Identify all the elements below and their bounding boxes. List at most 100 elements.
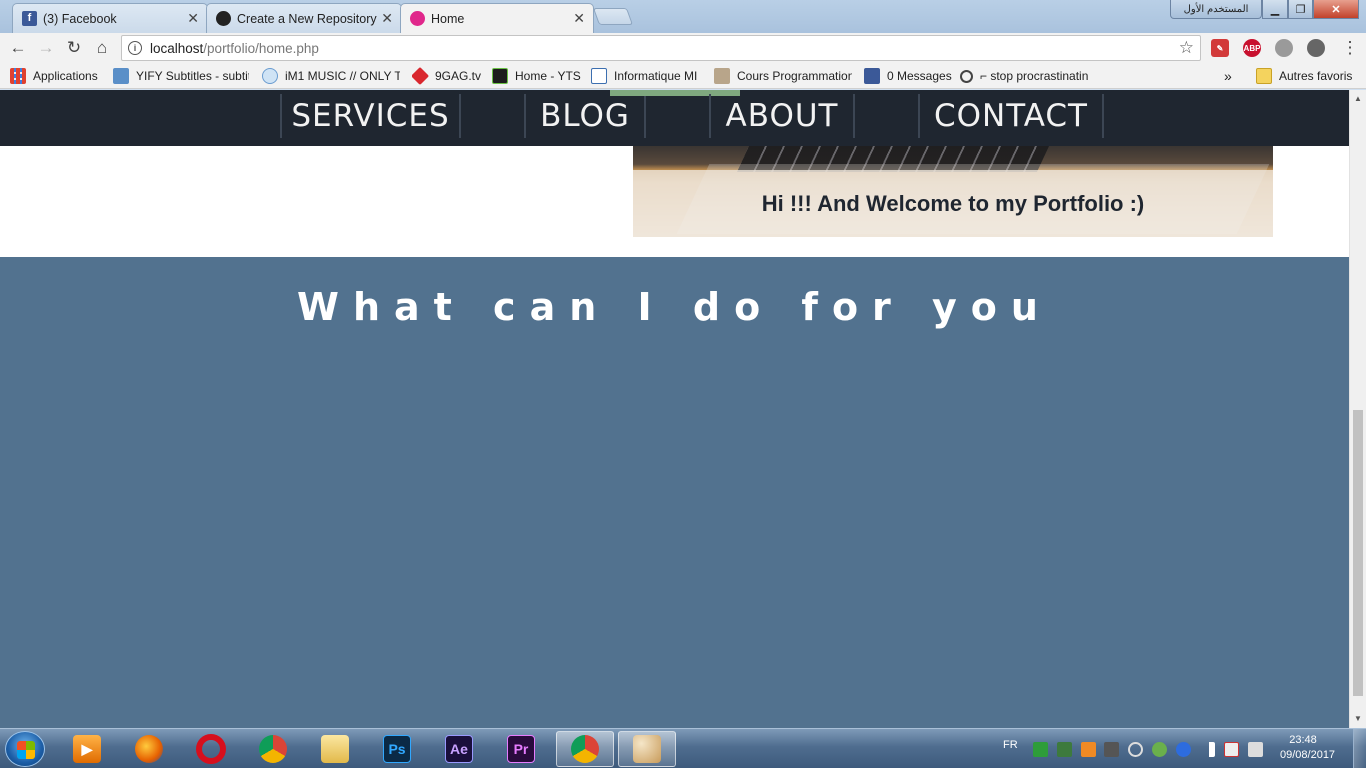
bookmark-cours-programmation[interactable]: Cours Programmation	[714, 67, 852, 85]
bookmark-stop-procrastinating[interactable]: ⌐ stop procrastinatin	[960, 67, 1100, 85]
menu-icon[interactable]: ⋮	[1336, 34, 1364, 62]
paint-icon	[633, 735, 661, 763]
bookmark-label: ⌐ stop procrastinatin	[980, 69, 1089, 83]
printer-tray-icon[interactable]	[1104, 742, 1119, 757]
tab-github[interactable]: Create a New Repository ✕	[206, 3, 402, 33]
nav-link-about[interactable]: ABOUT	[709, 94, 855, 138]
start-button[interactable]	[5, 731, 45, 767]
taskbar-chrome-active[interactable]	[556, 731, 614, 767]
windows-logo-icon	[17, 741, 35, 759]
taskbar-firefox[interactable]	[120, 731, 178, 767]
bookmark-yify-subtitles[interactable]: YIFY Subtitles - subtit	[113, 67, 249, 85]
site-info-icon[interactable]: i	[128, 41, 142, 55]
adblock-extension-icon[interactable]: ABP	[1243, 39, 1261, 57]
bookmark-informatique[interactable]: Informatique MI	[591, 67, 697, 85]
bookmark-label: Autres favoris	[1279, 69, 1353, 83]
page-scrollbar[interactable]: ▲ ▼	[1349, 90, 1366, 728]
firefox-icon	[135, 735, 163, 763]
site-navbar: SERVICES BLOG ABOUT CONTACT	[0, 90, 1349, 146]
opera-icon	[196, 734, 226, 764]
nav-link-services[interactable]: SERVICES	[280, 94, 461, 138]
bookmark-label: YIFY Subtitles - subtit	[136, 69, 249, 83]
bookmark-label: Home - YTS	[515, 69, 581, 83]
section-title: What can I do for you	[297, 285, 1052, 329]
hero-caption: Hi !!! And Welcome to my Portfolio :)	[633, 170, 1273, 237]
pdf-extension-icon[interactable]: ✎	[1211, 39, 1229, 57]
scroll-up-icon[interactable]: ▲	[1350, 92, 1366, 106]
minimize-button[interactable]: ▁	[1262, 0, 1288, 19]
chrome-icon	[571, 735, 599, 763]
scroll-down-icon[interactable]: ▼	[1350, 712, 1366, 726]
bookmark-label: 9GAG.tv	[435, 69, 482, 83]
browser-toolbar: ← → ↻ ⌂ i localhost/portfolio/home.php ☆…	[0, 33, 1366, 63]
site-icon	[410, 11, 425, 26]
bookmarks-overflow-button[interactable]: »	[1224, 67, 1232, 85]
bookmark-messages[interactable]: 0 Messages	[864, 67, 952, 85]
clock-time: 23:48	[1289, 734, 1317, 746]
music-icon	[262, 68, 278, 84]
taskbar-after-effects[interactable]: Ae	[430, 731, 488, 767]
yts-icon	[492, 68, 508, 84]
home-icon[interactable]: ⌂	[88, 34, 116, 62]
bookmark-star-icon[interactable]: ☆	[1179, 38, 1194, 58]
bolt-tray-icon[interactable]	[1176, 742, 1191, 757]
other-bookmarks-folder[interactable]: Autres favoris	[1256, 67, 1352, 85]
facebook-icon: f	[22, 11, 37, 26]
close-tab-icon[interactable]: ✕	[573, 10, 585, 27]
taskbar-chrome[interactable]	[244, 731, 302, 767]
nav-link-blog[interactable]: BLOG	[524, 90, 740, 138]
after-effects-icon: Ae	[445, 735, 473, 763]
github-icon	[216, 11, 231, 26]
language-indicator[interactable]: FR	[1003, 739, 1018, 751]
avast-tray-icon[interactable]	[1081, 742, 1096, 757]
bookmark-label: iM1 MUSIC // ONLY T	[285, 69, 400, 83]
utorrent-tray-icon[interactable]	[1033, 742, 1048, 757]
chrome-icon	[259, 735, 287, 763]
course-icon	[714, 68, 730, 84]
bookmark-label: Informatique MI	[614, 69, 698, 83]
show-desktop-button[interactable]	[1353, 729, 1366, 768]
bookmark-9gag[interactable]: 9GAG.tv	[412, 67, 481, 85]
9gag-icon	[412, 67, 430, 85]
taskbar-premiere[interactable]: Pr	[492, 731, 550, 767]
bookmark-applications[interactable]: Applications	[10, 67, 98, 85]
bookmark-yts[interactable]: Home - YTS	[492, 67, 581, 85]
maximize-button[interactable]: ❐	[1288, 0, 1313, 19]
bookmark-label: Cours Programmation	[737, 69, 852, 83]
tab-facebook[interactable]: f (3) Facebook ✕	[12, 3, 208, 33]
network-error-tray-icon[interactable]	[1224, 742, 1239, 757]
link-tray-icon[interactable]	[1128, 742, 1143, 757]
folder-icon	[1256, 68, 1272, 84]
extension-icon[interactable]	[1275, 39, 1293, 57]
taskbar-paint[interactable]	[618, 731, 676, 767]
facebook-icon	[864, 68, 880, 84]
tab-home[interactable]: Home ✕	[400, 3, 594, 33]
extension-icon[interactable]	[1307, 39, 1325, 57]
nav-link-contact[interactable]: CONTACT	[918, 94, 1104, 138]
utorrent-tray-icon[interactable]	[1152, 742, 1167, 757]
close-tab-icon[interactable]: ✕	[187, 10, 199, 27]
taskbar-explorer[interactable]	[306, 731, 364, 767]
scrollbar-thumb[interactable]	[1353, 410, 1363, 696]
profile-button[interactable]: المستخدم الأول	[1170, 0, 1262, 19]
close-tab-icon[interactable]: ✕	[381, 10, 393, 27]
taskbar-photoshop[interactable]: Ps	[368, 731, 426, 767]
signal-tray-icon[interactable]	[1200, 742, 1215, 757]
forward-icon[interactable]: →	[32, 34, 60, 62]
tab-label: Create a New Repository	[237, 11, 377, 26]
yify-icon	[113, 68, 129, 84]
tab-label: (3) Facebook	[43, 11, 117, 26]
taskbar-clock[interactable]: 23:48 09/08/2017	[1280, 733, 1335, 763]
taskbar-opera[interactable]	[182, 731, 240, 767]
reload-icon[interactable]: ↻	[60, 34, 88, 62]
new-tab-button[interactable]	[592, 8, 634, 25]
network-tray-icon[interactable]	[1057, 742, 1072, 757]
back-icon[interactable]: ←	[4, 34, 32, 62]
volume-tray-icon[interactable]	[1248, 742, 1263, 757]
taskbar-media-player[interactable]: ▶	[58, 731, 116, 767]
close-window-button[interactable]: ✕	[1313, 0, 1359, 19]
bookmark-im1-music[interactable]: iM1 MUSIC // ONLY T	[262, 67, 400, 85]
address-bar[interactable]: i localhost/portfolio/home.php ☆	[121, 35, 1201, 61]
premiere-icon: Pr	[507, 735, 535, 763]
tab-label: Home	[431, 11, 465, 26]
